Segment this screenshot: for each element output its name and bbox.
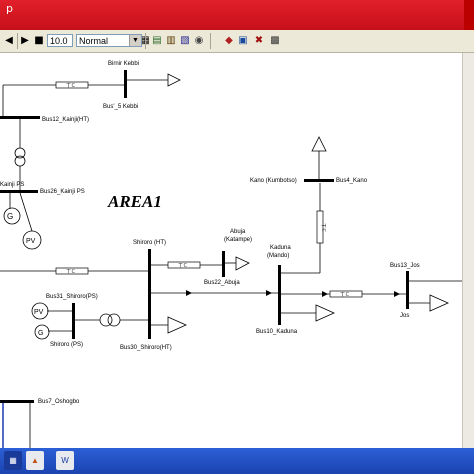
bus4-kano[interactable] — [304, 179, 334, 182]
library-browser-icon[interactable]: ▥ — [164, 33, 178, 48]
load-kano[interactable] — [311, 136, 327, 152]
configuration-icon[interactable]: ▩ — [268, 33, 282, 48]
toolbar-separator — [210, 33, 211, 49]
generator-symbol: G — [38, 330, 43, 337]
show-desktop-icon[interactable]: ▦ — [4, 451, 22, 470]
bus10-kaduna[interactable] — [278, 265, 281, 325]
label-pv-shiroro: PV — [34, 309, 44, 316]
load-jos[interactable] — [429, 294, 449, 312]
debugger-icon[interactable]: ◉ — [192, 33, 206, 48]
bus13-jos[interactable] — [406, 271, 409, 309]
label-kainji-ps: Kainji PS — [0, 182, 24, 188]
label-bus26: Bus26_Kainji PS — [40, 189, 85, 195]
model-canvas[interactable]: Birnir Kebbi Bus'_5 Kebbi ㄒㄷ Bus12_Kainj… — [0, 53, 462, 448]
area-label: AREA1 — [107, 192, 162, 211]
bus30-shiroro-ht[interactable] — [148, 249, 151, 339]
sim-mode-value: Normal — [79, 36, 109, 46]
transformer-shiroro-coil-b[interactable] — [107, 313, 121, 327]
label-birnin-kebbi: Birnir Kebbi — [108, 61, 139, 67]
window-titlebar: p — [0, 0, 474, 30]
load-shiroro[interactable] — [167, 316, 187, 334]
flow-arrow-icon — [322, 291, 328, 297]
word-icon[interactable]: W — [56, 451, 74, 470]
bus26-kainji-ps[interactable] — [0, 190, 38, 193]
taskbar: ▦ ▲ W — [0, 448, 474, 474]
build-icon[interactable]: ▤ — [150, 33, 164, 48]
flow-arrow-icon — [186, 290, 192, 296]
label-katampe: (Katampe) — [224, 237, 252, 243]
sim-time-input[interactable]: 10.0 — [47, 34, 73, 47]
vertical-scrollbar[interactable] — [462, 53, 474, 448]
label-bus7: Bus7_Oshogbo — [38, 399, 80, 405]
label-bus22: Bus22_Abuja — [204, 280, 240, 286]
play-icon[interactable]: ▶ — [18, 33, 32, 48]
line-block-symbol: ㄒㄷ — [340, 292, 350, 298]
profiler-icon[interactable]: ▣ — [236, 33, 250, 48]
line-block-symbol: ㄒㄷ — [320, 223, 326, 233]
diagnostics-icon[interactable]: ✖ — [252, 33, 266, 48]
bus7-oshogbo[interactable] — [0, 400, 34, 403]
chevron-down-icon[interactable]: ▼ — [129, 35, 141, 46]
label-bus4: Bus4_Kano — [336, 178, 368, 184]
line-block-symbol: ㄒㄷ — [66, 83, 76, 89]
label-kano: Kano (Kumbotso) — [250, 178, 297, 184]
label-bus13: Bus13_Jos — [390, 263, 420, 269]
transformer-kainji-coil-a[interactable] — [14, 147, 26, 159]
line-block-symbol: ㄒㄷ — [178, 263, 188, 269]
load-kebbi[interactable] — [167, 73, 181, 87]
flow-arrow-icon — [266, 290, 272, 296]
label-bus30: Bus30_Shiroro(HT) — [120, 345, 172, 351]
window-close-strip[interactable] — [464, 0, 474, 30]
sim-time-value: 10.0 — [50, 36, 68, 46]
line-bus26-pv — [19, 192, 33, 232]
bus12-kainji-ht[interactable] — [0, 116, 40, 119]
label-kaduna: Kaduna — [270, 245, 291, 251]
label-jos: Jos — [400, 313, 409, 319]
label-abuja: Abuja — [230, 229, 246, 235]
generator-symbol: G — [7, 212, 13, 221]
bus-kebbi[interactable] — [124, 70, 127, 98]
sim-mode-select[interactable]: Normal ▼ — [76, 34, 142, 47]
label-mando: (Mando) — [267, 253, 289, 259]
window-title: p — [6, 2, 13, 15]
label-bus31: Bus31_Shiroro(PS) — [46, 294, 98, 300]
bus22-abuja[interactable] — [222, 251, 225, 277]
load-abuja[interactable] — [235, 256, 250, 271]
matlab-icon[interactable]: ▲ — [26, 451, 44, 470]
label-bus10: Bus10_Kaduna — [256, 329, 298, 335]
flow-arrow-icon — [394, 291, 400, 297]
label-bus-kebbi: Bus'_5 Kebbi — [103, 104, 138, 110]
model-advisor-icon[interactable]: ◆ — [222, 33, 236, 48]
label-pv-kainji: PV — [26, 238, 36, 245]
toolbar-separator — [145, 33, 146, 49]
label-bus12: Bus12_Kainji(HT) — [42, 117, 89, 123]
stop-icon[interactable]: ■ — [32, 33, 46, 48]
step-back-icon[interactable]: ◀ — [2, 33, 16, 48]
line-block-symbol: ㄒㄷ — [66, 269, 76, 275]
transformer-kainji-coil-b[interactable] — [14, 155, 26, 167]
label-shiroro-ht: Shiroro (HT) — [133, 240, 166, 246]
model-explorer-icon[interactable]: ▧ — [178, 33, 192, 48]
bus31-shiroro-ps[interactable] — [72, 303, 75, 339]
label-shiroro-ps: Shiroro (PS) — [50, 342, 83, 348]
load-kaduna[interactable] — [315, 304, 335, 322]
